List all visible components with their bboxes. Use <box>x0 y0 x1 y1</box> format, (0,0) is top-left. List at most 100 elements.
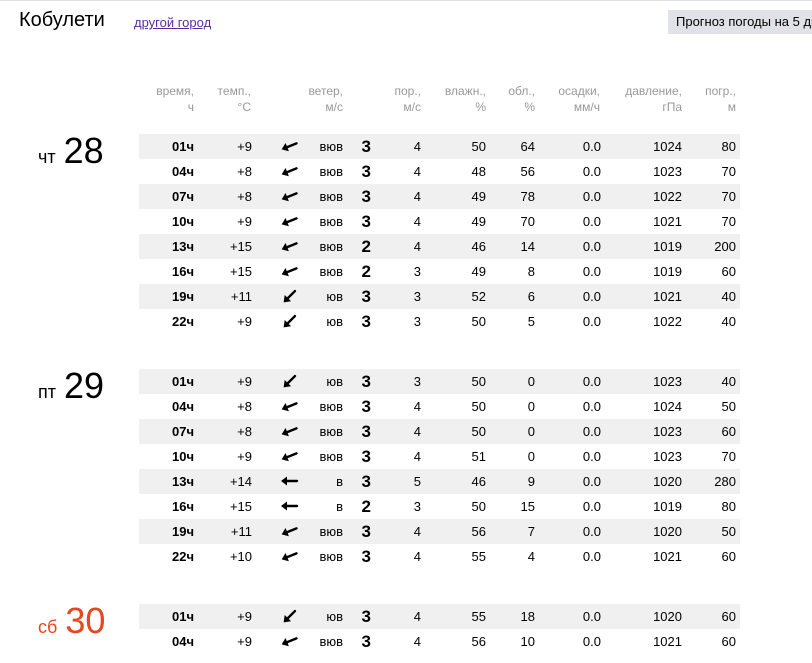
humidity-cell: 49 <box>471 189 486 204</box>
gust-cell: 3 <box>413 314 421 329</box>
wind-direction-cell: юв <box>326 609 343 624</box>
column-header-unit: мм/ч <box>573 100 600 114</box>
table-row: 22ч +9 юв 3 3 50 5 0.0 1022 40 <box>139 309 740 334</box>
wind-direction-cell: вюв <box>319 634 343 649</box>
visibility-cell: 50 <box>721 399 736 414</box>
time-cell: 10ч <box>171 449 194 464</box>
column-header-unit: м/с <box>325 100 343 114</box>
humidity-cell: 50 <box>471 399 486 414</box>
day-label: чт 28 <box>38 130 104 172</box>
humidity-cell: 46 <box>471 474 486 489</box>
time-cell: 16ч <box>171 264 194 279</box>
time-cell: 22ч <box>171 549 194 564</box>
temperature-cell: +15 <box>229 239 252 254</box>
table-row: 01ч +9 юв 3 4 55 18 0.0 1020 60 <box>139 604 740 629</box>
column-header-temp: темп., °С <box>171 83 251 115</box>
gust-cell: 4 <box>413 239 421 254</box>
time-cell: 04ч <box>171 634 194 649</box>
gust-cell: 4 <box>413 634 421 649</box>
precipitation-cell: 0.0 <box>582 264 601 279</box>
wind-direction-cell: вюв <box>319 549 343 564</box>
pressure-cell: 1022 <box>653 314 682 329</box>
gust-cell: 3 <box>413 289 421 304</box>
cloudiness-cell: 5 <box>527 314 535 329</box>
precipitation-cell: 0.0 <box>582 374 601 389</box>
visibility-cell: 40 <box>721 289 736 304</box>
time-cell: 19ч <box>171 289 194 304</box>
precipitation-cell: 0.0 <box>582 474 601 489</box>
pressure-cell: 1021 <box>653 214 682 229</box>
temperature-cell: +9 <box>237 449 252 464</box>
other-city-link[interactable]: другой город <box>134 15 211 30</box>
temperature-cell: +9 <box>237 374 252 389</box>
table-row: 04ч +8 вюв 3 4 48 56 0.0 1023 70 <box>139 159 740 184</box>
cloudiness-cell: 6 <box>527 289 535 304</box>
humidity-cell: 48 <box>471 164 486 179</box>
wind-speed-cell: 3 <box>361 607 371 626</box>
cloudiness-cell: 0 <box>527 449 535 464</box>
day-weekday: сб <box>38 617 58 637</box>
visibility-cell: 280 <box>714 474 736 489</box>
gust-cell: 4 <box>413 399 421 414</box>
temperature-cell: +11 <box>230 289 252 304</box>
visibility-cell: 60 <box>721 549 736 564</box>
pressure-cell: 1023 <box>653 449 682 464</box>
humidity-cell: 50 <box>471 374 486 389</box>
day-label: пт 29 <box>38 365 104 407</box>
city-title: Кобулети <box>19 9 105 31</box>
cloudiness-cell: 7 <box>527 524 535 539</box>
visibility-cell: 60 <box>721 634 736 649</box>
time-cell: 22ч <box>171 314 194 329</box>
visibility-cell: 50 <box>721 524 736 539</box>
table-row: 10ч +9 вюв 3 4 51 0 0.0 1023 70 <box>139 444 740 469</box>
pressure-cell: 1021 <box>653 634 682 649</box>
cloudiness-cell: 70 <box>520 214 535 229</box>
time-cell: 04ч <box>171 399 194 414</box>
wind-direction-cell: вюв <box>319 424 343 439</box>
visibility-cell: 80 <box>721 499 736 514</box>
time-cell: 01ч <box>171 139 194 154</box>
visibility-cell: 60 <box>721 609 736 624</box>
gust-cell: 3 <box>413 499 421 514</box>
precipitation-cell: 0.0 <box>582 424 601 439</box>
precipitation-cell: 0.0 <box>582 634 601 649</box>
table-row: 22ч +10 вюв 3 4 55 4 0.0 1021 60 <box>139 544 740 569</box>
wind-direction-cell: вюв <box>319 449 343 464</box>
temperature-cell: +14 <box>229 474 252 489</box>
wind-direction-cell: вюв <box>319 524 343 539</box>
column-header-precip: осадки, мм/ч <box>520 83 600 115</box>
cloudiness-cell: 4 <box>527 549 535 564</box>
cloudiness-cell: 9 <box>527 474 535 489</box>
wind-speed-cell: 2 <box>361 237 371 256</box>
visibility-cell: 70 <box>721 449 736 464</box>
time-cell: 01ч <box>171 374 194 389</box>
wind-speed-cell: 3 <box>361 212 371 231</box>
temperature-cell: +15 <box>229 264 252 279</box>
gust-cell: 4 <box>413 524 421 539</box>
pressure-cell: 1023 <box>653 374 682 389</box>
column-header-unit: м <box>727 100 736 114</box>
temperature-cell: +9 <box>237 214 252 229</box>
cloudiness-cell: 15 <box>520 499 535 514</box>
gust-cell: 4 <box>413 609 421 624</box>
time-cell: 13ч <box>171 239 194 254</box>
cloudiness-cell: 10 <box>520 634 535 649</box>
wind-speed-cell: 3 <box>361 422 371 441</box>
column-header-wind: ветер, м/с <box>263 83 343 115</box>
temperature-cell: +9 <box>237 314 252 329</box>
humidity-cell: 52 <box>471 289 486 304</box>
table-row: 07ч +8 вюв 3 4 50 0 0.0 1023 60 <box>139 419 740 444</box>
precipitation-cell: 0.0 <box>582 549 601 564</box>
table-row: 13ч +14 в 3 5 46 9 0.0 1020 280 <box>139 469 740 494</box>
visibility-cell: 70 <box>721 214 736 229</box>
visibility-cell: 60 <box>721 424 736 439</box>
cloudiness-cell: 0 <box>527 374 535 389</box>
gust-cell: 5 <box>413 474 421 489</box>
column-header-visibility: погр., м <box>656 83 736 115</box>
temperature-cell: +15 <box>229 499 252 514</box>
forecast-5-days-tab[interactable]: Прогноз погоды на 5 дней <box>668 10 812 34</box>
pressure-cell: 1020 <box>653 524 682 539</box>
humidity-cell: 50 <box>471 499 486 514</box>
pressure-cell: 1023 <box>653 424 682 439</box>
humidity-cell: 51 <box>471 449 486 464</box>
